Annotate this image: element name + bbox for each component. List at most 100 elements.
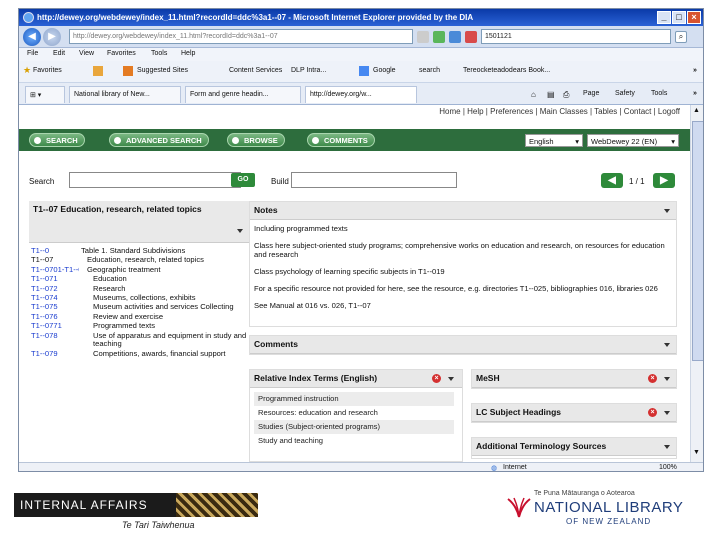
relative-term[interactable]: Studies (Subject-oriented programs) (254, 420, 454, 434)
hierarchy-code[interactable]: T1--078 (31, 332, 79, 350)
search-icon (34, 137, 41, 144)
home-icon[interactable]: ⌂ (531, 90, 536, 99)
weave-pattern-icon (176, 493, 258, 517)
menu-favorites[interactable]: Favorites (107, 50, 136, 57)
comments-nav-button[interactable]: COMMENTS (307, 133, 375, 147)
favbar-overflow-icon[interactable]: » (693, 67, 697, 74)
internal-affairs-text: INTERNAL AFFAIRS (20, 498, 148, 512)
notes-title: Notes (250, 202, 676, 220)
add-favorite-icon[interactable] (93, 66, 103, 76)
fav-suggested-sites[interactable]: Suggested Sites (137, 67, 188, 74)
safety-menu[interactable]: Safety (615, 90, 635, 97)
hierarchy-code[interactable]: T1--079 (31, 350, 79, 359)
top-links[interactable]: Home | Help | Preferences | Main Classes… (439, 107, 680, 116)
notes-collapse-icon[interactable] (664, 209, 670, 213)
hierarchy-row[interactable]: T1--07 Education, research, related topic… (31, 256, 255, 265)
hierarchy-code[interactable]: T1--071 (31, 275, 79, 284)
vertical-scrollbar[interactable]: ▲ ▼ (690, 105, 703, 462)
relative-index-title: Relative Index Terms (English) × (250, 370, 462, 388)
next-button[interactable]: ▶ (653, 173, 675, 188)
mesh-remove-icon[interactable]: × (648, 374, 657, 383)
lcsh-remove-icon[interactable]: × (648, 408, 657, 417)
hierarchy-row[interactable]: T1--0701-T1--0709Geographic treatment (31, 265, 255, 275)
hierarchy-code[interactable]: T1--07 (31, 256, 79, 265)
fav-search[interactable]: search (419, 67, 440, 74)
fav-book[interactable]: Tereocketeadodears Book... (463, 67, 550, 74)
mesh-title: MeSH × (472, 370, 676, 388)
refresh-icon[interactable] (449, 31, 461, 43)
hierarchy-code[interactable]: T1--0701-T1--0709 (31, 266, 79, 275)
hierarchy-row[interactable]: T1--071 Education (31, 274, 255, 284)
scroll-down-icon[interactable]: ▼ (693, 449, 700, 456)
feeds-icon[interactable]: ▤ (547, 90, 555, 99)
search-box[interactable]: 1501121 (481, 29, 671, 44)
hierarchy-code[interactable]: T1--0 (31, 247, 79, 256)
menu-file[interactable]: File (27, 50, 38, 57)
relative-term[interactable]: Resources: education and research (254, 406, 454, 420)
additional-collapse-icon[interactable] (664, 445, 670, 449)
compatibility-icon[interactable] (433, 31, 445, 43)
minimize-button[interactable]: _ (657, 11, 671, 24)
favorites-star-icon[interactable]: ★ (23, 65, 31, 76)
back-button[interactable]: ◀ (23, 28, 41, 46)
forward-button[interactable]: ▶ (43, 28, 61, 46)
hierarchy-row[interactable]: T1--0771 Programmed texts (31, 321, 255, 331)
search-nav-button[interactable]: SEARCH (29, 133, 85, 147)
mesh-collapse-icon[interactable] (664, 377, 670, 381)
hierarchy-code[interactable]: T1--076 (31, 313, 79, 322)
fav-dlp-intra[interactable]: DLP Intra... (291, 67, 326, 74)
menu-tools[interactable]: Tools (151, 50, 167, 57)
toolbar-overflow-icon[interactable]: » (693, 90, 697, 97)
lcsh-collapse-icon[interactable] (664, 411, 670, 415)
maximize-button[interactable]: □ (672, 11, 686, 24)
hierarchy-code[interactable]: T1--072 (31, 285, 79, 294)
menu-view[interactable]: View (79, 50, 94, 57)
ie-logo-icon (23, 12, 34, 23)
go-button[interactable]: GO (231, 173, 255, 187)
relative-term[interactable]: Programmed instruction (254, 392, 454, 406)
hierarchy-code[interactable]: T1--0771 (31, 322, 79, 331)
hierarchy-panel: T1--07 Education, research, related topi… (29, 201, 257, 459)
hierarchy-text: Museum activities and services Collectin… (93, 302, 234, 312)
tab-list-icon[interactable]: ⊞ ▾ (25, 86, 65, 103)
hierarchy-code[interactable]: T1--075 (31, 303, 79, 312)
zoom-level[interactable]: 100% (659, 464, 677, 471)
edition-select[interactable]: WebDewey 22 (EN) ▾ (587, 134, 679, 147)
previous-button[interactable]: ◀ (601, 173, 623, 188)
fav-content-services[interactable]: Content Services (229, 67, 282, 74)
fav-google[interactable]: Google (373, 67, 396, 74)
relative-remove-icon[interactable]: × (432, 374, 441, 383)
tab-national-library[interactable]: National library of New... (69, 86, 181, 103)
tools-menu[interactable]: Tools (651, 90, 667, 97)
menu-edit[interactable]: Edit (53, 50, 65, 57)
relative-term[interactable]: Study and teaching (254, 434, 454, 448)
search-go-icon[interactable]: ⌕ (675, 31, 687, 43)
close-button[interactable]: × (687, 11, 701, 24)
hierarchy-collapse-icon[interactable] (237, 229, 243, 233)
comments-collapse-icon[interactable] (664, 343, 670, 347)
hierarchy-row[interactable]: T1--078 Use of apparatus and equipment in… (31, 331, 255, 350)
scroll-up-icon[interactable]: ▲ (693, 107, 700, 114)
stop-icon[interactable] (465, 31, 477, 43)
page-menu[interactable]: Page (583, 90, 599, 97)
hierarchy-row[interactable]: T1--079 Competitions, awards, financial s… (31, 349, 255, 359)
tab-form-genre[interactable]: Form and genre headin... (185, 86, 301, 103)
tab-dewey[interactable]: http://dewey.org/w... (305, 86, 417, 103)
browse-nav-button[interactable]: BROWSE (227, 133, 285, 147)
scroll-thumb[interactable] (692, 121, 703, 361)
relative-index-panel: Relative Index Terms (English) × Program… (249, 369, 463, 462)
print-icon[interactable]: ⎙ (563, 90, 569, 100)
language-select[interactable]: English ▾ (525, 134, 583, 147)
relative-collapse-icon[interactable] (448, 377, 454, 381)
menu-help[interactable]: Help (181, 50, 195, 57)
search-field[interactable] (69, 172, 241, 188)
hierarchy-row[interactable]: T1--075 Museum activities and services Co… (31, 303, 255, 312)
favorites-button[interactable]: Favorites (33, 67, 62, 74)
hierarchy-text: Education, research, related topics (87, 255, 204, 265)
advanced-search-nav-button[interactable]: ADVANCED SEARCH (109, 133, 209, 147)
address-dropdown-icon[interactable] (417, 31, 429, 43)
build-field[interactable] (291, 172, 457, 188)
hierarchy-code[interactable]: T1--074 (31, 294, 79, 303)
globe-icon: ◍ (491, 465, 498, 472)
address-input[interactable]: http://dewey.org/webdewey/index_11.html?… (69, 29, 413, 44)
